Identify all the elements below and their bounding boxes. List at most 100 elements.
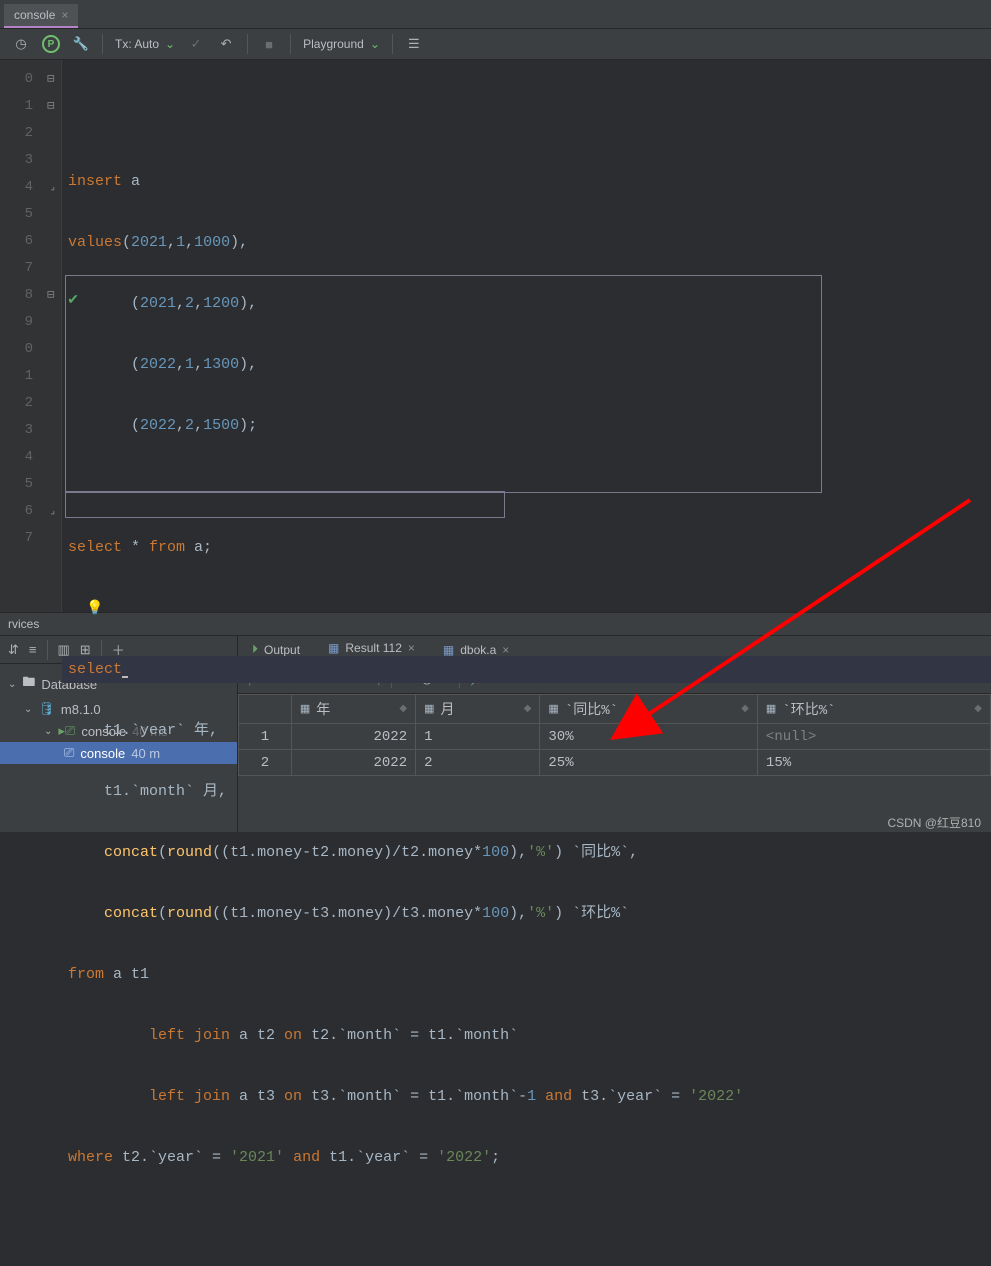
close-icon[interactable]: × — [61, 8, 68, 22]
string: '2022' — [437, 1149, 491, 1166]
ws — [68, 1088, 149, 1105]
num: 1 — [527, 1088, 536, 1105]
keyword: left join — [149, 1088, 230, 1105]
line-num: 1 — [25, 98, 33, 114]
line-num: 8 — [25, 287, 33, 303]
line-num: 6 — [25, 233, 33, 249]
fold-icon[interactable]: ⊟ — [47, 93, 55, 120]
expr: ((t1.money-t2.money)/t2.money* — [212, 844, 482, 861]
rollback-icon[interactable]: ↶ — [217, 35, 235, 53]
keyword: from — [149, 539, 185, 556]
expr: t3.`year` = — [581, 1088, 689, 1105]
line-num: 0 — [25, 341, 33, 357]
num: 2021 — [140, 295, 176, 312]
punct: ( — [68, 295, 140, 312]
file-tab-bar: console × — [0, 0, 991, 28]
expr: t2.`year` = — [113, 1149, 230, 1166]
line-num: 2 — [25, 395, 33, 411]
chevron-down-icon: ⌄ — [370, 37, 380, 51]
punct: , — [176, 356, 185, 373]
folder-icon: 🖿 — [22, 673, 35, 695]
string: '%' — [527, 905, 554, 922]
num: 2022 — [140, 356, 176, 373]
profile-circle-icon[interactable]: P — [42, 35, 60, 53]
wrench-icon[interactable]: 🔧 — [72, 35, 90, 53]
string: '2022' — [689, 1088, 743, 1105]
chevron-down-icon[interactable]: ⌄ — [8, 679, 16, 690]
punct: ( — [158, 905, 167, 922]
punct: ), — [509, 844, 527, 861]
string: '2021' — [230, 1149, 284, 1166]
line-num: 7 — [25, 530, 33, 546]
num: 1 — [185, 356, 194, 373]
fold-icon[interactable]: ⊟ — [47, 66, 55, 93]
separator — [290, 34, 291, 54]
punct: ( — [68, 417, 140, 434]
transaction-mode-dropdown[interactable]: Tx: Auto ⌄ — [115, 37, 175, 51]
chevron-down-icon[interactable]: ⌄ — [24, 704, 32, 715]
line-num: 6 — [25, 503, 33, 519]
fold-end-icon[interactable]: ⌟ — [50, 498, 55, 525]
settings-icon[interactable]: ☰ — [405, 35, 423, 53]
fold-end-icon[interactable]: ⌟ — [50, 174, 55, 201]
separator — [47, 640, 48, 660]
num: 2 — [185, 417, 194, 434]
keyword: and — [536, 1088, 581, 1105]
num: 100 — [482, 905, 509, 922]
chevron-down-icon[interactable]: ⌄ — [44, 726, 52, 737]
keyword: from — [68, 966, 104, 983]
chevron-down-icon: ⌄ — [165, 37, 175, 51]
punct: ), — [230, 234, 248, 251]
identifier: a t1 — [104, 966, 149, 983]
punct: ( — [122, 234, 131, 251]
line-num: 4 — [25, 449, 33, 465]
stop-icon[interactable]: ■ — [260, 35, 278, 53]
punct: ( — [68, 356, 140, 373]
tx-label: Tx: Auto — [115, 37, 159, 51]
func: round — [167, 844, 212, 861]
keyword: select — [68, 539, 122, 556]
expr: t1.`year` = — [329, 1149, 437, 1166]
num: 2022 — [140, 417, 176, 434]
services-text: rvices — [8, 617, 39, 631]
expr: ((t1.money-t3.money)/t3.money* — [212, 905, 482, 922]
schema-dropdown[interactable]: Playground ⌄ — [303, 37, 380, 51]
num: 1500 — [203, 417, 239, 434]
line-num: 0 — [25, 71, 33, 87]
code-content[interactable]: insert a values(2021,1,1000), (2021,2,12… — [62, 60, 991, 612]
punct: ); — [239, 417, 257, 434]
keyword: values — [68, 234, 122, 251]
func: concat — [104, 844, 158, 861]
func: concat — [104, 905, 158, 922]
num: 1200 — [203, 295, 239, 312]
num: 100 — [482, 844, 509, 861]
line-num: 5 — [25, 206, 33, 222]
caret — [122, 660, 128, 678]
commit-icon[interactable]: ✓ — [187, 35, 205, 53]
punct: , — [194, 295, 203, 312]
num: 1000 — [194, 234, 230, 251]
expr: ) `同比%`, — [554, 844, 638, 861]
keyword: on — [284, 1088, 302, 1105]
separator — [102, 34, 103, 54]
fold-icon[interactable]: ⊟ — [47, 282, 55, 309]
filter-icon[interactable]: ⇵ — [8, 642, 19, 658]
punct: ; — [491, 1149, 500, 1166]
tab-label: console — [14, 8, 55, 22]
line-num: 2 — [25, 125, 33, 141]
file-tab-console[interactable]: console × — [4, 4, 78, 28]
line-num: 5 — [25, 476, 33, 492]
punct: , — [194, 356, 203, 373]
separator — [392, 34, 393, 54]
punct: ), — [239, 356, 257, 373]
history-icon[interactable]: ◷ — [12, 35, 30, 53]
expand-icon[interactable]: ≡ — [29, 642, 37, 657]
identifier: t1.`month` 月, — [68, 783, 227, 800]
ws — [68, 844, 104, 861]
intention-bulb-icon[interactable]: 💡 — [86, 601, 103, 617]
code-editor[interactable]: 0⊟ 1⊟ 2 3 4⌟ 5 6 7 8✔⊟ 9 0 1 2 3 4 5 6⌟ … — [0, 60, 991, 612]
line-num: 4 — [25, 179, 33, 195]
line-num: 9 — [25, 314, 33, 330]
line-num: 7 — [25, 260, 33, 276]
separator — [247, 34, 248, 54]
